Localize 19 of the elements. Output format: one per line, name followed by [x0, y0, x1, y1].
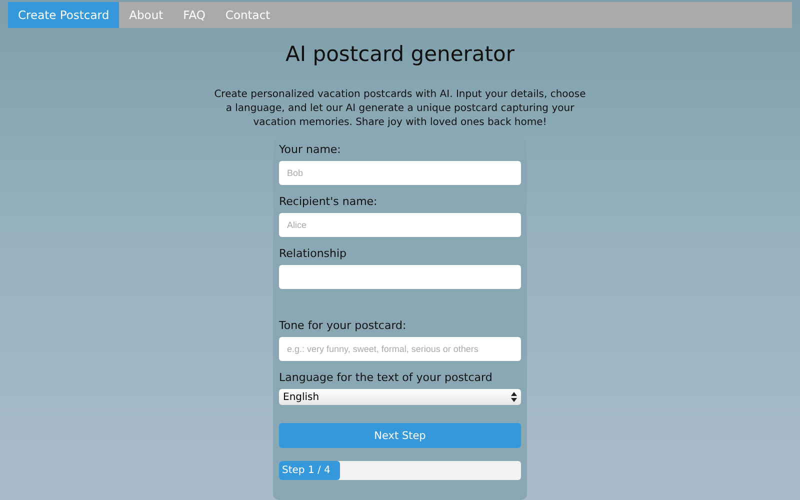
input-field[interactable]	[279, 265, 521, 289]
description: Create personalized vacation postcards with AI. Input your details, choose a language, and let our AI generate a unique postcard capturing your vacation memories. Share joy with loved ones back home!	[213, 88, 587, 130]
input-field[interactable]: Alice	[279, 213, 521, 237]
field-label: Relationship	[279, 247, 348, 260]
field-label: Language for the text of your postcard	[279, 371, 494, 384]
nav-link[interactable]: Create Postcard	[8, 2, 120, 28]
nav-link[interactable]: Contact	[215, 2, 280, 28]
field-label: Tone for your postcard:	[279, 319, 408, 332]
nav-link[interactable]: About	[119, 2, 174, 28]
progress-label: Step 1 / 4	[281, 465, 330, 476]
input-field[interactable]: e.g.: very funny, sweet, formal, serious or others	[279, 337, 521, 361]
language-select[interactable]: English	[279, 389, 521, 405]
field-label: Your name:	[279, 143, 342, 156]
next-step-button[interactable]: Next Step	[279, 423, 521, 448]
updown-icon	[511, 392, 517, 402]
input-field[interactable]: Bob	[279, 161, 521, 185]
field-label: Recipient's name:	[279, 195, 378, 208]
page-title: AI postcard generator	[286, 42, 514, 66]
nav-link[interactable]: FAQ	[173, 2, 216, 28]
